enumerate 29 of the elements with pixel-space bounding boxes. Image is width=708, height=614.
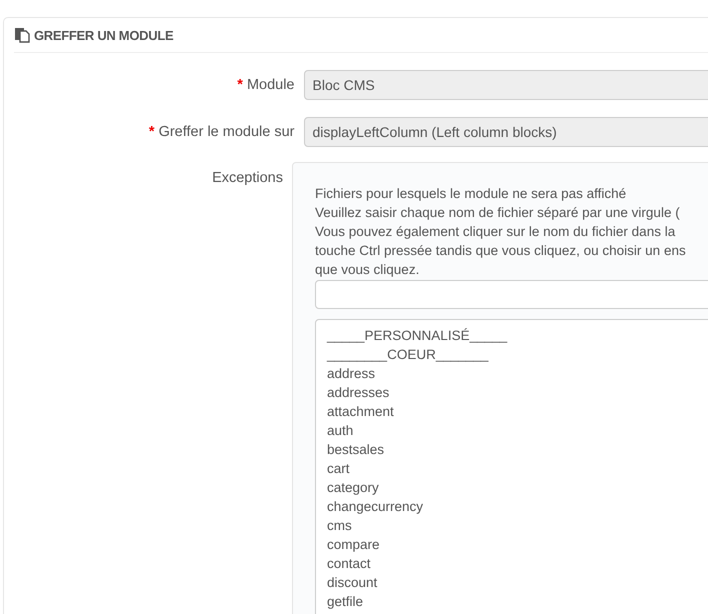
list-option[interactable]: changecurrency [327, 497, 708, 516]
list-option[interactable]: attachment [327, 402, 708, 421]
select-field[interactable]: displayLeftColumn (Left column blocks) [304, 117, 708, 147]
list-option[interactable]: addresses [327, 383, 708, 402]
list-option[interactable]: bestsales [327, 440, 708, 459]
select-field[interactable]: Bloc CMS [304, 70, 708, 100]
list-option[interactable]: ________COEUR_______ [327, 345, 708, 364]
help-text: Vous pouvez également cliquer sur le nom du fichier dans la [315, 223, 676, 241]
help-text: Veuillez saisir chaque nom de fichier séparé par une virgule ( [315, 204, 681, 222]
help-text: touche Ctrl pressée tandis que vous cliquez, ou choisir un ens [315, 242, 687, 260]
list-option[interactable]: category [327, 478, 708, 497]
list-option[interactable]: discount [327, 573, 708, 592]
list-option[interactable]: cart [327, 459, 708, 478]
list-option[interactable]: cms [327, 516, 708, 535]
list-option[interactable]: _____PERSONNALISÉ_____ [327, 326, 708, 345]
list-option[interactable]: compare [327, 535, 708, 554]
help-text: que vous cliquez. [315, 261, 420, 279]
list-option[interactable]: address [327, 364, 708, 383]
field-label: Exceptions [211, 169, 284, 186]
help-text: Fichiers pour lesquels le module ne sera pas affiché [315, 185, 628, 203]
input-field[interactable] [315, 280, 708, 309]
field-label: * Module [236, 77, 296, 93]
list-option[interactable]: contact [327, 554, 708, 573]
field-label: * Greffer le module sur [148, 124, 296, 140]
panel-title: GREFFER UN MODULE [34, 28, 174, 42]
copy-icon [14, 27, 30, 43]
list-option[interactable]: auth [327, 421, 708, 440]
list-option[interactable]: getfile [327, 592, 708, 611]
file-listbox[interactable]: _____PERSONNALISÉ_____ ________COEUR_______ address addresses attachment auth bestsales cart category changecurrency cms compare contact discount getfile [315, 319, 708, 614]
